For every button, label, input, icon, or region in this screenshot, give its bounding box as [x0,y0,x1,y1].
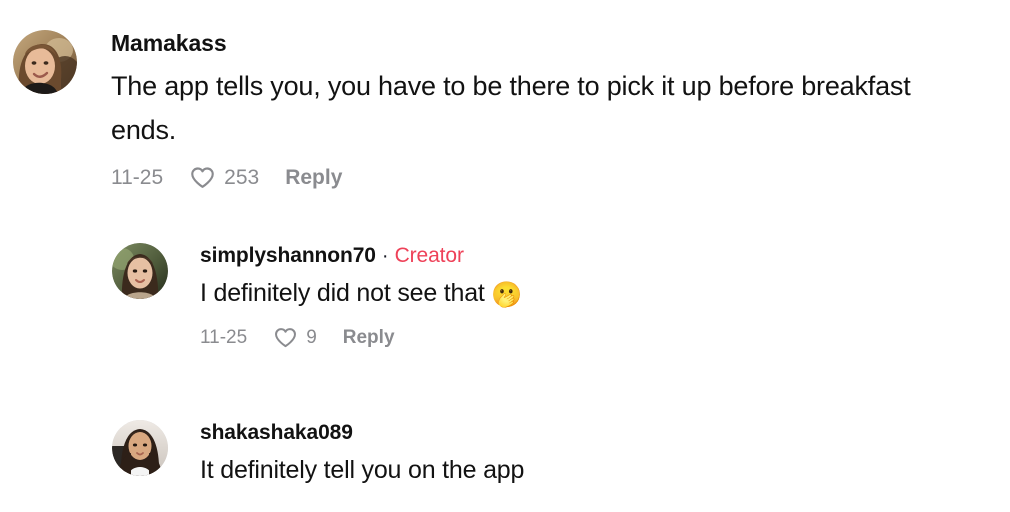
avatar-image [13,30,77,94]
comment-meta: 11-25 9 Reply [200,325,522,350]
like-group[interactable]: 253 [189,164,259,191]
name-line: simplyshannon70 · Creator [200,243,522,268]
avatar-image [112,420,168,476]
comment-body: Mamakass The app tells you, you have to … [111,30,979,191]
comment-body: shakashaka089 It definitely tell you on … [200,420,524,490]
heart-outline-icon[interactable] [189,164,216,191]
emoji-face-with-hand-over-mouth-icon: 🫢 [491,281,523,309]
reply-button[interactable]: Reply [285,166,342,190]
separator-dot: · [381,245,389,267]
comment-text: I definitely did not see that 🫢 [200,273,523,315]
username[interactable]: simplyshannon70 [200,243,376,268]
comment-thread: Mamakass The app tells you, you have to … [0,0,1010,512]
like-count: 9 [306,326,317,348]
name-line: shakashaka089 [200,420,524,445]
comment-meta: 11-25 253 Reply [111,164,979,191]
comment-text: The app tells you, you have to be there … [111,71,911,145]
comment-text: It definitely tell you on the app [200,456,525,484]
comment-reply-1: simplyshannon70 · Creator I definitely d… [112,243,1002,350]
like-group[interactable]: 9 [273,325,317,350]
comment-reply-2: shakashaka089 It definitely tell you on … [112,420,1002,490]
reply-button[interactable]: Reply [343,327,395,349]
avatar-image [112,243,168,299]
heart-outline-icon[interactable] [273,325,298,350]
username[interactable]: shakashaka089 [200,420,353,445]
creator-badge: Creator [394,244,464,267]
comment-date: 11-25 [200,326,248,348]
comment-root: Mamakass The app tells you, you have to … [13,30,998,191]
name-line: Mamakass [111,30,979,57]
like-count: 253 [224,165,260,189]
comment-date: 11-25 [111,165,164,189]
comment-body: simplyshannon70 · Creator I definitely d… [200,243,523,350]
comment-text-body: I definitely did not see that [200,279,492,307]
username[interactable]: Mamakass [111,30,227,57]
avatar[interactable] [112,243,168,299]
avatar[interactable] [112,420,168,476]
avatar[interactable] [13,30,77,94]
